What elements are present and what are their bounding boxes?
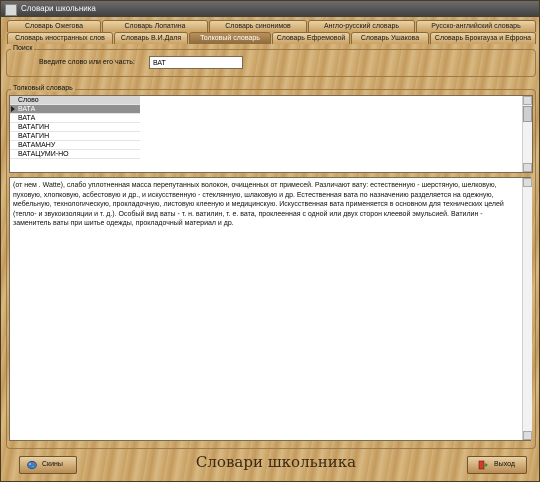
exit-button-label: Выход [494,461,515,468]
list-item[interactable]: ВАТАГИН [10,123,140,132]
tab-lopatin[interactable]: Словарь Лопатина [102,20,208,32]
scroll-down-button[interactable] [523,431,532,440]
palette-icon [27,460,37,470]
app-icon [5,4,17,16]
app-window: Словари школьника Словарь Ожегова Словар… [0,0,540,482]
definition-scrollbar[interactable] [522,178,532,440]
list-item[interactable]: ВАТАГИН [10,132,140,141]
dictionary-group-label: Толковый словарь [11,85,75,92]
word-column: Слово ВАТА ВАТА ВАТАГИН ВАТАГИН ВАТАМАНУ… [10,96,140,172]
exit-door-icon [478,460,488,470]
tab-ozhegov[interactable]: Словарь Ожегова [7,20,101,32]
word-column-header-label: Слово [18,97,39,104]
word-column-header[interactable]: Слово [10,96,140,105]
scroll-up-button[interactable] [523,96,532,105]
tab-eng-rus[interactable]: Англо-русский словарь [308,20,415,32]
skins-button[interactable]: Скины [19,456,77,474]
word-list-scrollbar[interactable] [522,96,532,172]
exit-button[interactable]: Выход [467,456,527,474]
definition-text-area[interactable]: (от нем . Watte), слабо уплотненная масс… [9,177,532,441]
scroll-down-button[interactable] [523,163,532,172]
title-bar[interactable]: Словари школьника [1,1,539,17]
list-item-label: ВАТА [18,115,36,122]
tab-brockhaus[interactable]: Словарь Брокгауза и Ефрона [430,32,536,44]
tab-rus-eng[interactable]: Русско-английский словарь [416,20,536,32]
definition-text: (от нем . Watte), слабо уплотненная масс… [13,182,504,228]
tab-efremova[interactable]: Словарь Ефремовой [272,32,350,44]
word-list[interactable]: Слово ВАТА ВАТА ВАТАГИН ВАТАГИН ВАТАМАНУ… [9,95,533,173]
list-item-label: ВАТА [18,106,36,113]
tab-explanatory[interactable]: Толковый словарь [189,32,271,44]
list-item-label: ВАТАМАНУ [18,142,56,149]
list-item[interactable]: ВАТАМАНУ [10,141,140,150]
tab-synonyms[interactable]: Словарь синонимов [209,20,307,32]
tab-ushakov[interactable]: Словарь Ушакова [351,32,429,44]
search-input[interactable]: ВАТ [149,56,243,69]
list-item-label: ВАТАГИН [18,124,50,131]
list-item-label: ВАТАЦУМИ-НО [18,151,69,158]
scroll-up-button[interactable] [523,178,532,187]
dictionary-tabs: Словарь Ожегова Словарь Лопатина Словарь… [5,19,536,45]
list-item-label: ВАТАГИН [18,133,50,140]
skins-button-label: Скины [42,461,63,468]
row-indicator-icon [11,106,15,112]
tab-foreign-words[interactable]: Словарь иностранных слов [7,32,113,44]
footer-title: Словари школьника [195,453,357,471]
search-group-label: Поиск [11,45,35,52]
list-item[interactable]: ВАТА [10,114,140,123]
tab-dal[interactable]: Словарь В.И.Даля [114,32,188,44]
window-title: Словари школьника [21,4,96,13]
list-item[interactable]: ВАТА [10,105,140,114]
search-label: Введите слово или его часть: [39,59,135,66]
list-item[interactable]: ВАТАЦУМИ-НО [10,150,140,159]
scroll-thumb[interactable] [523,106,532,122]
